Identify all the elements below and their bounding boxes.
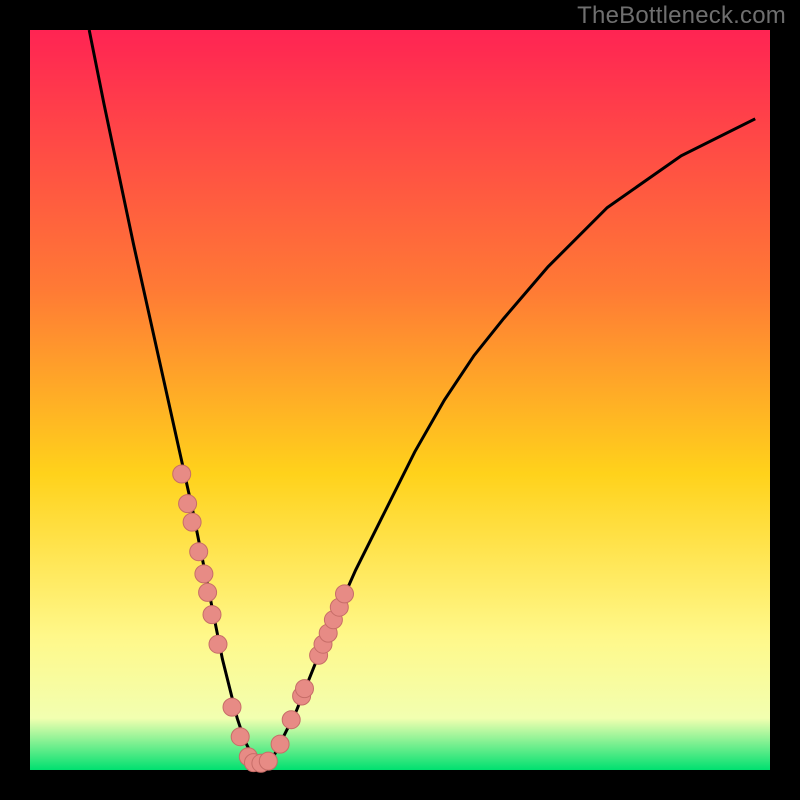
watermark-label: TheBottleneck.com: [577, 2, 786, 30]
data-marker: [190, 543, 208, 561]
gradient-background: [30, 30, 770, 770]
data-marker: [231, 728, 249, 746]
data-marker: [223, 698, 241, 716]
data-marker: [259, 752, 277, 770]
data-marker: [179, 495, 197, 513]
data-marker: [336, 585, 354, 603]
chart-plot: [0, 0, 800, 800]
data-marker: [209, 635, 227, 653]
data-marker: [183, 513, 201, 531]
data-marker: [173, 465, 191, 483]
data-marker: [296, 680, 314, 698]
data-marker: [195, 565, 213, 583]
data-marker: [203, 606, 221, 624]
data-marker: [199, 583, 217, 601]
data-marker: [282, 711, 300, 729]
outer-frame: TheBottleneck.com: [0, 0, 800, 800]
data-marker: [271, 735, 289, 753]
